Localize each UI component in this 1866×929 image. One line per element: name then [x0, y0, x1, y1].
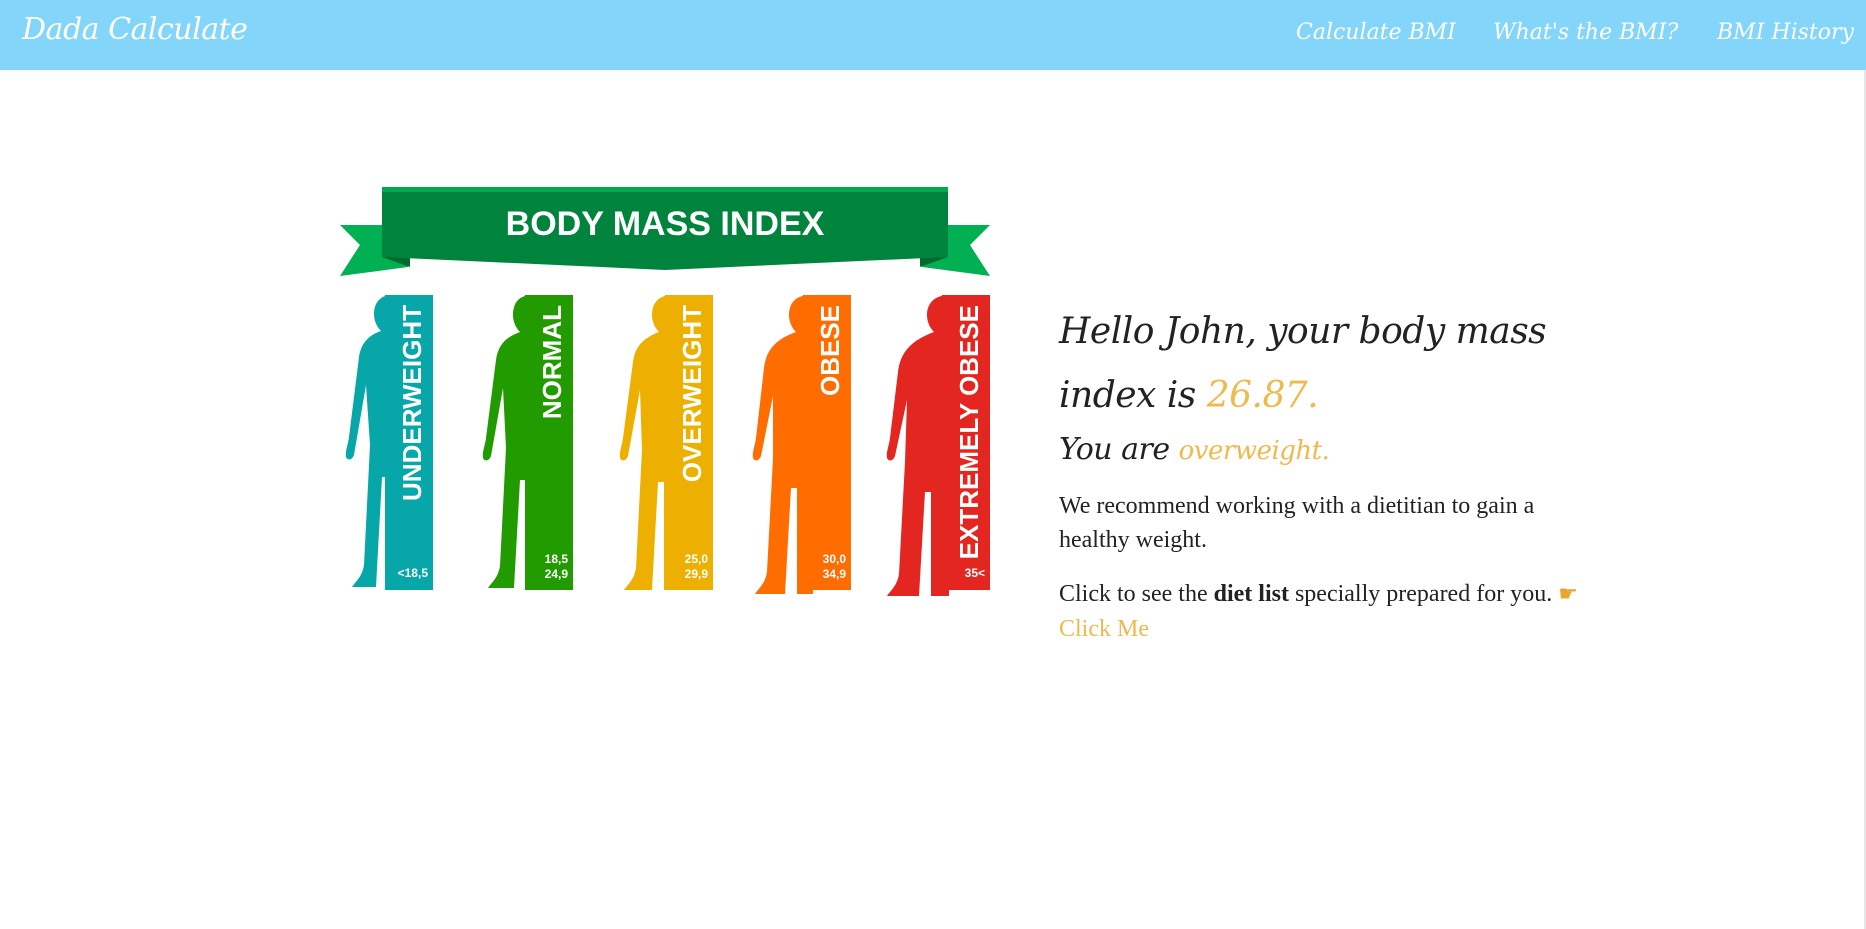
greeting-heading: Hello John, your body mass index is 26.8… — [1059, 300, 1579, 428]
label-extremely-obese: EXTREMELY OBESE — [954, 305, 984, 559]
bmi-result-panel: Hello John, your body mass index is 26.8… — [1059, 300, 1579, 666]
range-obese-2: 34,9 — [823, 567, 847, 581]
status-prefix: You are — [1059, 432, 1179, 467]
diet-list-bold: diet list — [1213, 581, 1289, 607]
diet-suffix: specially prepared for you. — [1288, 581, 1559, 607]
range-extremely-obese-1: 35< — [965, 566, 985, 580]
category-normal: NORMAL 18,5 24,9 — [482, 295, 573, 590]
bmi-value: 26.87. — [1206, 375, 1319, 416]
label-normal: NORMAL — [537, 305, 567, 419]
category-extremely-obese: EXTREMELY OBESE 35< — [886, 295, 990, 596]
range-normal-1: 18,5 — [545, 552, 569, 566]
status-heading: You are overweight. — [1059, 430, 1579, 471]
click-me-label: Click Me — [1059, 616, 1149, 642]
category-obese: OBESE 30,0 34,9 — [752, 295, 851, 594]
banner-title: BODY MASS INDEX — [506, 205, 825, 243]
recommendation-text: We recommend working with a dietitian to… — [1059, 493, 1535, 553]
diet-prefix: Click to see the — [1059, 581, 1214, 607]
nav-link-calculate-bmi[interactable]: Calculate BMI — [1296, 20, 1456, 45]
range-obese-1: 30,0 — [823, 552, 847, 566]
pointing-hand-icon: ☛ — [1558, 582, 1578, 607]
category-overweight: OVERWEIGHT 25,0 29,9 — [619, 295, 713, 590]
label-underweight: UNDERWEIGHT — [397, 305, 427, 501]
silhouette-extremely-obese — [886, 295, 949, 596]
label-obese: OBESE — [815, 305, 845, 396]
range-overweight-1: 25,0 — [685, 552, 709, 566]
bmi-chart-image: BODY MASS INDEX UNDERWEIGHT <18,5 NORMAL… — [320, 175, 1010, 605]
range-normal-2: 24,9 — [545, 567, 569, 581]
range-underweight-1: <18,5 — [398, 566, 429, 580]
brand-logo-link[interactable]: Dada Calculate — [22, 12, 248, 47]
top-navbar: Dada Calculate Calculate BMI What's the … — [0, 0, 1866, 70]
category-underweight: UNDERWEIGHT <18,5 — [345, 295, 433, 590]
nav-link-whats-the-bmi[interactable]: What's the BMI? — [1493, 20, 1678, 45]
banner-top-stripe — [382, 187, 948, 192]
diet-list-paragraph: Click to see the diet list specially pre… — [1059, 577, 1579, 646]
label-overweight: OVERWEIGHT — [677, 305, 707, 482]
status-value: overweight. — [1178, 436, 1330, 466]
range-overweight-2: 29,9 — [685, 567, 709, 581]
bmi-chart-svg: BODY MASS INDEX UNDERWEIGHT <18,5 NORMAL… — [340, 187, 990, 596]
nav-link-bmi-history[interactable]: BMI History — [1717, 20, 1854, 45]
